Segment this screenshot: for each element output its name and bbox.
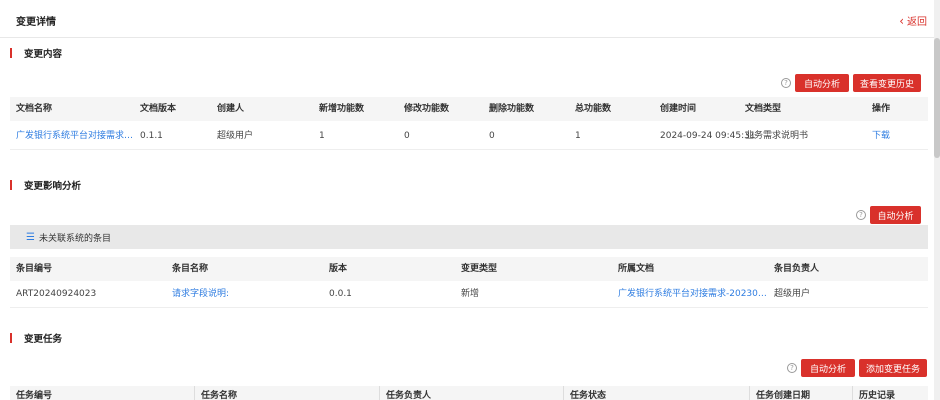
auto-analyze-button[interactable]: 自动分析 [801, 359, 855, 377]
created-time: 2024-09-24 09:45:31 [660, 131, 756, 141]
doc-type: 业务需求说明书 [745, 131, 809, 141]
section-title: 变更内容 [24, 49, 63, 60]
section-accent-bar [10, 333, 12, 343]
creator: 超级用户 [217, 131, 254, 141]
section-change-content: 变更内容 [0, 46, 62, 60]
vertical-scrollbar[interactable] [934, 0, 940, 400]
download-link[interactable]: 下载 [872, 122, 890, 150]
add-change-task-button[interactable]: 添加变更任务 [859, 359, 927, 377]
change-content-table-header: 文档名称 文档版本 创建人 新增功能数 修改功能数 删除功能数 总功能数 创建时… [10, 97, 928, 121]
col-doc-type: 文档类型 [745, 104, 782, 114]
col-action: 操作 [872, 104, 891, 114]
doc-name-link[interactable]: 广发银行系统平台对接需求-2... [16, 122, 134, 150]
change-detail-page: 变更详情 ‹ 返回 变更内容 ? 自动分析 查看变更历史 文档名称 文档版本 创… [0, 0, 934, 400]
col-task-name: 任务名称 [194, 386, 237, 400]
question-circle-icon[interactable]: ? [781, 78, 791, 88]
added-count: 1 [319, 131, 325, 141]
col-creator: 创建人 [217, 104, 245, 114]
col-item-id: 条目编号 [16, 264, 53, 274]
col-added: 新增功能数 [319, 104, 365, 114]
doc-version: 0.1.1 [140, 131, 163, 141]
auto-analyze-button[interactable]: 自动分析 [795, 74, 849, 92]
change-type: 新增 [461, 289, 480, 299]
section-accent-bar [10, 48, 12, 58]
col-total: 总功能数 [575, 104, 612, 114]
col-item-owner: 条目负责人 [774, 264, 820, 274]
item-id: ART20240924023 [16, 289, 97, 299]
table-row: ART20240924023 请求字段说明: 0.0.1 新增 广发银行系统平台… [10, 280, 928, 308]
auto-analyze-button[interactable]: 自动分析 [870, 206, 921, 224]
owning-doc-link[interactable]: 广发银行系统平台对接需求-20230217 ... [618, 280, 768, 308]
col-history: 历史记录 [852, 386, 895, 400]
back-label: 返回 [907, 17, 927, 28]
col-change-type: 变更类型 [461, 264, 498, 274]
section-title: 变更影响分析 [24, 181, 82, 192]
col-task-owner: 任务负责人 [379, 386, 431, 400]
scrollbar-thumb[interactable] [934, 38, 940, 158]
item-version: 0.0.1 [329, 289, 352, 299]
section-title: 变更任务 [24, 334, 63, 345]
modified-count: 0 [404, 131, 410, 141]
question-circle-icon[interactable]: ? [787, 363, 797, 373]
col-item-name: 条目名称 [172, 264, 209, 274]
col-created: 创建时间 [660, 104, 697, 114]
item-owner: 超级用户 [774, 289, 811, 299]
col-deleted: 删除功能数 [489, 104, 535, 114]
topbar: 变更详情 ‹ 返回 [0, 0, 934, 38]
col-task-created: 任务创建日期 [749, 386, 810, 400]
back-button[interactable]: ‹ 返回 [899, 13, 927, 29]
deleted-count: 0 [489, 131, 495, 141]
section-impact-analysis: 变更影响分析 [0, 178, 81, 192]
col-task-status: 任务状态 [563, 386, 606, 400]
section-change-tasks: 变更任务 [0, 331, 62, 345]
question-circle-icon[interactable]: ? [856, 210, 866, 220]
col-task-id: 任务编号 [16, 391, 53, 400]
impact-table-header: 条目编号 条目名称 版本 变更类型 所属文档 条目负责人 [10, 257, 928, 281]
col-modified: 修改功能数 [404, 104, 450, 114]
tasks-table-header: 任务编号 任务名称 任务负责人 任务状态 任务创建日期 历史记录 [10, 386, 928, 400]
list-icon: ☰ [26, 231, 35, 243]
unlinked-items-label: 未关联系统的条目 [38, 233, 111, 244]
col-owning-doc: 所属文档 [618, 264, 655, 274]
view-change-history-button[interactable]: 查看变更历史 [853, 74, 921, 92]
chevron-left-icon: ‹ [899, 13, 904, 28]
total-count: 1 [575, 131, 581, 141]
col-doc-name: 文档名称 [16, 104, 53, 114]
col-version: 版本 [329, 264, 348, 274]
col-doc-version: 文档版本 [140, 104, 177, 114]
page-title: 变更详情 [16, 17, 56, 28]
item-name-link[interactable]: 请求字段说明: [172, 280, 229, 308]
table-row: 广发银行系统平台对接需求-2... 0.1.1 超级用户 1 0 0 1 202… [10, 122, 928, 150]
section-accent-bar [10, 180, 12, 190]
unlinked-items-bar[interactable]: ☰ 未关联系统的条目 [10, 225, 928, 249]
